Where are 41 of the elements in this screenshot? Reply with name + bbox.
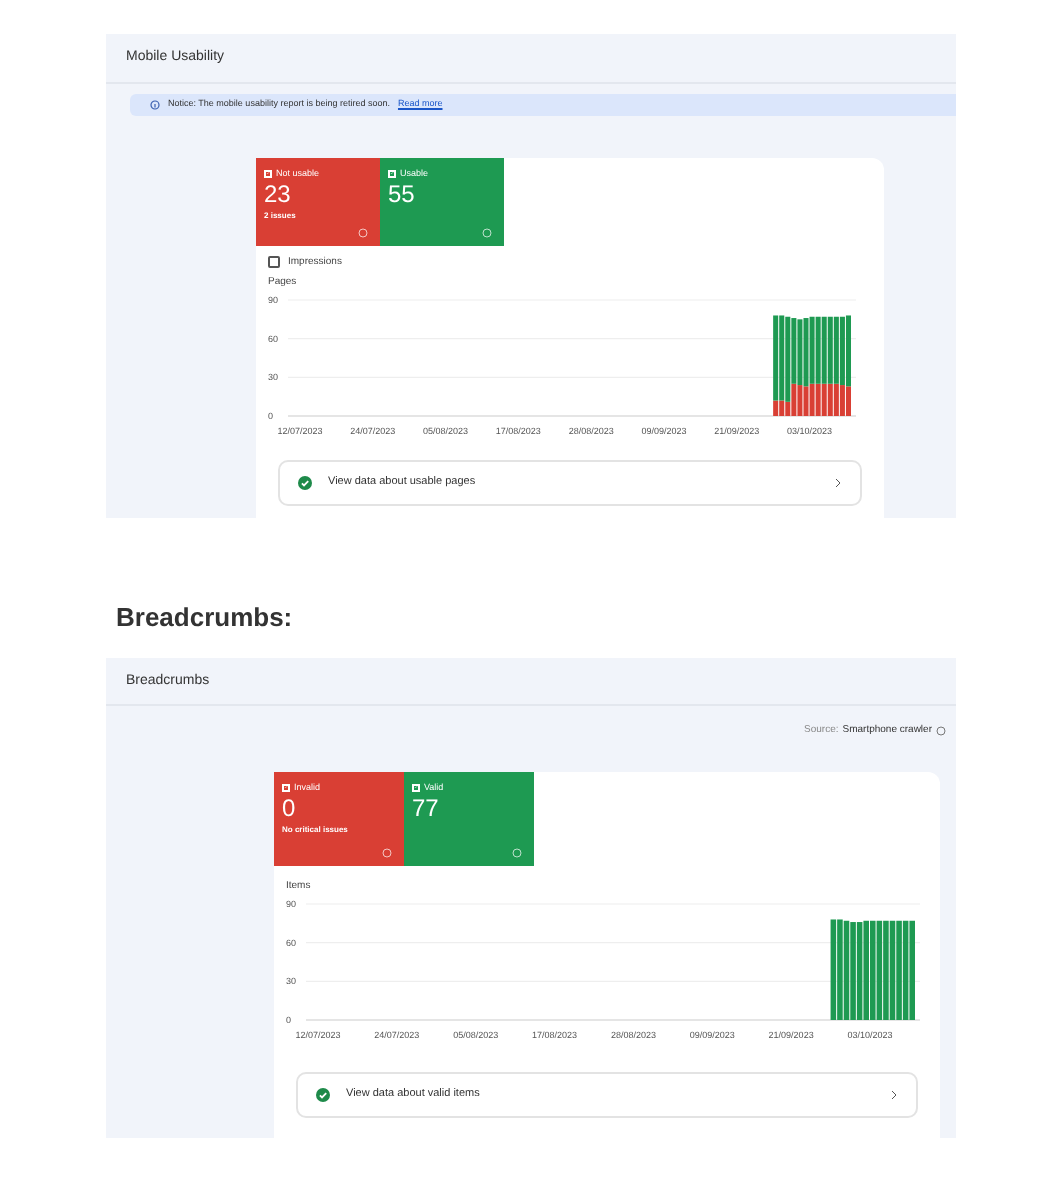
bar	[827, 383, 833, 416]
info-icon	[150, 99, 160, 109]
check-circle-icon	[298, 476, 312, 490]
check-circle-icon	[316, 1087, 330, 1101]
bar	[785, 401, 791, 416]
bar	[809, 316, 815, 384]
tile-value: 23	[264, 182, 293, 206]
section-heading: Breadcrumbs:	[114, 600, 295, 636]
bar	[839, 385, 845, 416]
checkbox[interactable]	[388, 169, 396, 178]
bar	[773, 400, 779, 416]
bar	[791, 318, 797, 384]
bar	[815, 316, 821, 384]
bar	[839, 316, 845, 386]
bar	[797, 319, 803, 386]
checkbox[interactable]	[412, 783, 420, 792]
bar	[833, 383, 839, 416]
chevron-right-icon	[834, 478, 842, 488]
bar	[821, 383, 827, 416]
bar	[845, 386, 851, 416]
checkbox[interactable]	[282, 783, 290, 792]
chevron-right-icon	[890, 1089, 898, 1099]
impressions-checkbox[interactable]	[268, 256, 280, 269]
bar	[779, 400, 785, 416]
tile-value: 0	[282, 796, 298, 820]
bar	[845, 315, 851, 387]
tile-value: 77	[412, 796, 441, 820]
bar	[797, 385, 803, 416]
bar	[779, 315, 785, 401]
bar	[791, 383, 797, 416]
bar	[833, 316, 839, 384]
checkbox[interactable]	[264, 169, 272, 178]
bar	[803, 318, 809, 387]
bar	[827, 316, 833, 384]
bar	[821, 316, 827, 384]
bar	[815, 383, 821, 416]
tile-value: 55	[388, 182, 417, 206]
bar	[803, 386, 809, 416]
bar	[773, 315, 779, 401]
bar	[785, 316, 791, 402]
bar	[809, 383, 815, 416]
